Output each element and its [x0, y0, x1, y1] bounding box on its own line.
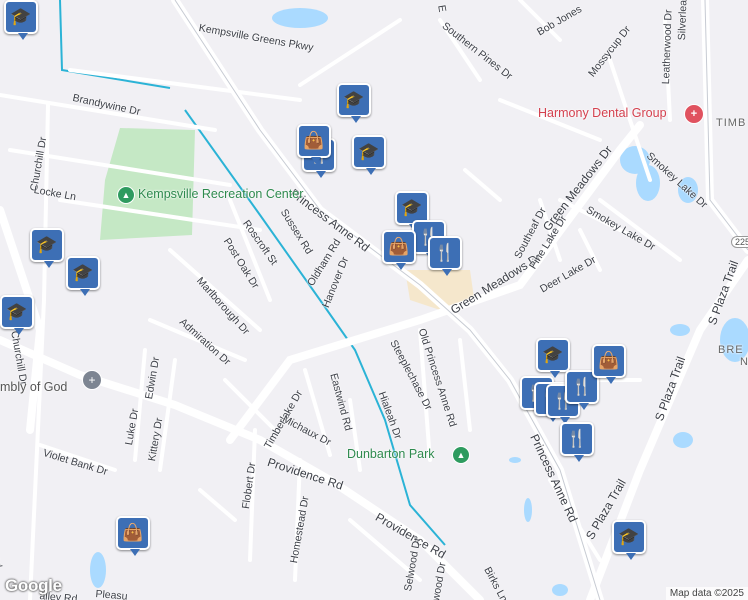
graduation-cap-icon[interactable]: 🎓	[30, 228, 64, 268]
graduation-cap-icon[interactable]: 🎓	[66, 256, 100, 296]
shopping-bag-icon[interactable]: 👜	[592, 344, 626, 384]
fork-knife-icon[interactable]: 🍴	[560, 422, 594, 462]
graduation-cap-icon[interactable]: 🎓	[352, 135, 386, 175]
tooth-icon[interactable]: +	[684, 104, 704, 124]
place-label-kempsville-rec[interactable]: Kempsville Recreation Center	[138, 187, 303, 201]
map-attribution[interactable]: Map data ©2025	[665, 587, 748, 600]
google-logo: Google	[5, 576, 62, 595]
street-label-pleasure-partial: Pleasu	[94, 588, 128, 600]
highway-shield-225: 225	[731, 236, 748, 248]
place-label-n-partial: N	[740, 356, 748, 368]
shopping-bag-icon[interactable]: 👜	[116, 516, 150, 556]
place-label-harmony-dental[interactable]: Harmony Dental Group	[538, 106, 667, 120]
cross-icon[interactable]: +	[82, 370, 102, 390]
graduation-cap-icon[interactable]: 🎓	[4, 0, 38, 40]
place-label-dunbarton-park[interactable]: Dunbarton Park	[347, 447, 435, 461]
place-label-assembly-of-god[interactable]: mbly of God	[0, 380, 67, 394]
shopping-bag-icon[interactable]: 👜	[297, 124, 331, 164]
graduation-cap-icon[interactable]: 🎓	[612, 520, 646, 560]
tree-icon[interactable]: ▲	[117, 186, 135, 204]
recreation-park-area	[100, 128, 195, 240]
map-base	[0, 0, 748, 600]
place-label-timb: TIMB	[716, 117, 747, 129]
shopping-bag-icon[interactable]: 👜	[382, 230, 416, 270]
tree-icon[interactable]: ▲	[452, 446, 470, 464]
map-canvas[interactable]: Kempsville Greens Pkwy Brandywine Dr Chu…	[0, 0, 748, 600]
place-label-bre: BRE	[718, 344, 744, 356]
graduation-cap-icon[interactable]: 🎓	[536, 338, 570, 378]
graduation-cap-icon[interactable]: 🎓	[0, 295, 34, 335]
graduation-cap-icon[interactable]: 🎓	[337, 83, 371, 123]
major-streets	[0, 0, 748, 600]
street-label-silverleaf: Silverleaf	[676, 0, 690, 41]
fork-knife-icon[interactable]: 🍴	[428, 236, 462, 276]
